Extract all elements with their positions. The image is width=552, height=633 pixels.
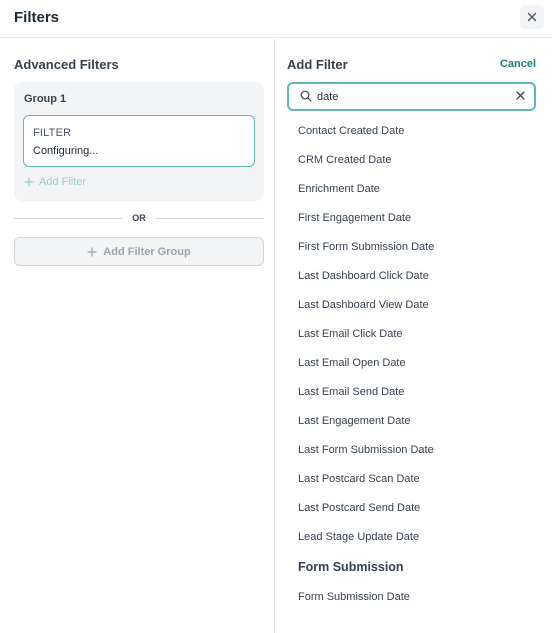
section-header: Form Submission bbox=[298, 560, 404, 574]
filter-status: Configuring... bbox=[33, 145, 99, 157]
filter-option[interactable]: First Engagement Date bbox=[298, 212, 411, 224]
filter-option[interactable]: Last Postcard Scan Date bbox=[298, 473, 420, 485]
search-icon bbox=[300, 90, 312, 102]
filter-option[interactable]: Lead Stage Update Date bbox=[298, 531, 419, 543]
cancel-button[interactable]: Cancel bbox=[500, 58, 536, 70]
divider-line bbox=[155, 217, 264, 219]
group-label: Group 1 bbox=[24, 93, 67, 105]
filter-option[interactable]: Last Postcard Send Date bbox=[298, 502, 420, 514]
filter-group-card: Group 1 FILTER Configuring... Add Filter bbox=[14, 82, 264, 201]
search-input[interactable] bbox=[317, 88, 507, 106]
add-filter-title: Add Filter bbox=[287, 57, 348, 72]
filter-option[interactable]: Contact Created Date bbox=[298, 125, 404, 137]
divider-line bbox=[14, 217, 123, 219]
close-button[interactable] bbox=[520, 5, 544, 29]
filter-option[interactable]: Last Form Submission Date bbox=[298, 444, 434, 456]
advanced-filters-title: Advanced Filters bbox=[14, 57, 119, 72]
filter-option[interactable]: Last Email Open Date bbox=[298, 357, 406, 369]
filter-option[interactable]: First Form Submission Date bbox=[298, 241, 434, 253]
add-filter-group-label: Add Filter Group bbox=[103, 245, 191, 258]
search-box bbox=[287, 82, 536, 111]
or-label: OR bbox=[132, 213, 146, 223]
filter-option[interactable]: Last Email Send Date bbox=[298, 386, 404, 398]
filter-option[interactable]: Last Email Click Date bbox=[298, 328, 403, 340]
or-divider: OR bbox=[14, 211, 264, 225]
advanced-filters-panel: Advanced Filters Group 1 FILTER Configur… bbox=[0, 39, 275, 633]
clear-icon[interactable] bbox=[516, 91, 525, 100]
filter-box[interactable]: FILTER Configuring... bbox=[23, 115, 255, 167]
close-icon bbox=[527, 12, 537, 22]
add-filter-group-button[interactable]: Add Filter Group bbox=[14, 237, 264, 266]
plus-icon bbox=[24, 177, 34, 187]
filter-option[interactable]: CRM Created Date bbox=[298, 154, 392, 166]
filter-option[interactable]: Form Submission Date bbox=[298, 591, 410, 603]
add-filter-label: Add Filter bbox=[39, 176, 87, 188]
filter-label: FILTER bbox=[33, 127, 72, 139]
modal-header: Filters bbox=[0, 0, 552, 38]
add-filter-panel: Add Filter Cancel Contact Created Date C… bbox=[276, 39, 552, 633]
filter-option[interactable]: Last Dashboard Click Date bbox=[298, 270, 429, 282]
filter-option[interactable]: Last Dashboard View Date bbox=[298, 299, 429, 311]
filter-option[interactable]: Last Engagement Date bbox=[298, 415, 411, 427]
plus-icon bbox=[87, 247, 97, 256]
filter-option[interactable]: Enrichment Date bbox=[298, 183, 380, 195]
modal-title: Filters bbox=[14, 9, 60, 26]
add-filter-button[interactable]: Add Filter bbox=[24, 176, 86, 188]
